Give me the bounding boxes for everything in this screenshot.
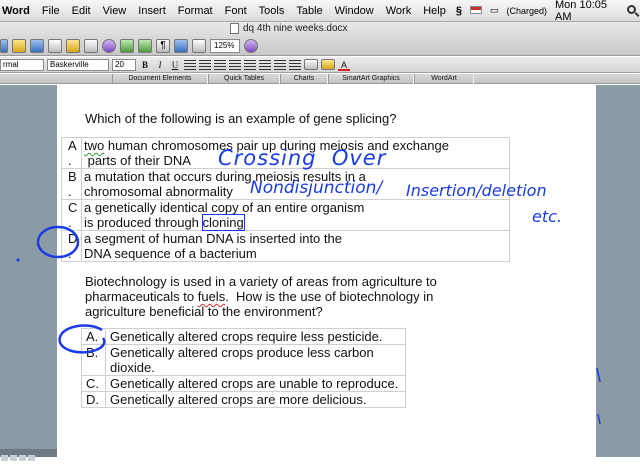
ink-strokes xyxy=(16,225,601,425)
ink-dot xyxy=(16,258,20,262)
ink-edge-mark xyxy=(596,367,601,383)
ink-circle-answer-a xyxy=(58,324,106,354)
ink-edge-mark xyxy=(597,413,601,425)
ink-circle-answer-d xyxy=(36,225,80,259)
